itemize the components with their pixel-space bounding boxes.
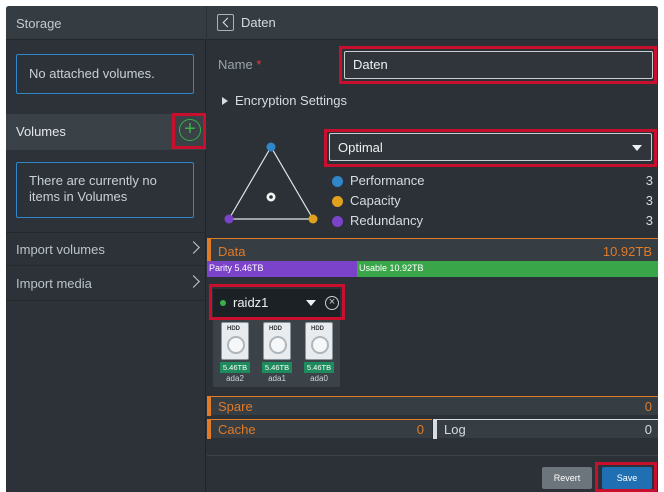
performance-label: Performance xyxy=(350,173,425,188)
redundancy-dot xyxy=(332,216,343,227)
spare-title: Spare xyxy=(218,399,253,414)
encryption-settings-toggle[interactable]: Encryption Settings xyxy=(222,93,347,108)
editor-header: Daten xyxy=(207,6,658,40)
chevron-right-icon xyxy=(187,241,200,254)
disk-ada0[interactable]: HDD 5.46TB ada0 xyxy=(304,322,334,384)
profile-metrics: Performance 3 Capacity 3 Redundancy 3 xyxy=(329,172,658,232)
capacity-vertex xyxy=(308,214,318,224)
highlight-save-button xyxy=(595,462,657,492)
hdd-label: HDD xyxy=(269,326,282,332)
cache-section[interactable]: Cache 0 xyxy=(207,419,432,439)
disk-size: 5.46TB xyxy=(262,362,292,373)
breadcrumb: Daten xyxy=(241,15,276,30)
parity-label: Parity 5.46TB xyxy=(209,263,264,273)
hdd-label: HDD xyxy=(311,326,324,332)
storage-window: Storage No attached volumes. Volumes + T… xyxy=(6,6,658,492)
notice-text: No attached volumes. xyxy=(29,66,155,81)
required-marker: * xyxy=(256,57,262,72)
sidebar-header: Storage xyxy=(6,6,206,40)
usable-label: Usable 10.92TB xyxy=(359,263,424,273)
chevron-right-icon xyxy=(187,275,200,288)
cache-title: Cache xyxy=(218,422,256,437)
import-media-item[interactable]: Import media xyxy=(6,267,206,301)
name-label: Name * xyxy=(218,57,261,72)
disk-ada2[interactable]: HDD 5.46TB ada2 xyxy=(220,322,250,384)
footer-divider xyxy=(207,455,658,456)
log-title: Log xyxy=(444,422,466,437)
data-title: Data xyxy=(218,244,246,259)
performance-vertex xyxy=(266,142,276,152)
log-count: 0 xyxy=(644,422,652,437)
revert-button[interactable]: Revert xyxy=(542,467,592,489)
disk-name: ada0 xyxy=(310,374,328,383)
spare-section[interactable]: Spare 0 xyxy=(207,396,658,416)
redundancy-vertex xyxy=(224,214,234,224)
empty-volumes-notice: There are currently no items in Volumes xyxy=(16,162,194,218)
usable-segment: Usable 10.92TB xyxy=(357,261,658,277)
cache-count: 0 xyxy=(416,422,424,437)
hdd-icon xyxy=(269,336,287,354)
performance-dot xyxy=(332,176,343,187)
caret-right-icon xyxy=(222,97,228,105)
capacity-value: 3 xyxy=(645,193,653,208)
import-volumes-label: Import volumes xyxy=(16,242,105,257)
volume-editor: Daten Name * Daten Encryption Settings O… xyxy=(207,6,658,492)
metric-capacity: Capacity 3 xyxy=(329,192,658,212)
no-attached-volumes-notice: No attached volumes. xyxy=(16,54,194,94)
highlight-name-input xyxy=(339,46,657,84)
volumes-label: Volumes xyxy=(16,124,66,139)
hdd-label: HDD xyxy=(227,326,240,332)
metric-performance: Performance 3 xyxy=(329,172,658,192)
profile-triangle xyxy=(224,142,318,224)
capacity-dot xyxy=(332,196,343,207)
disk-ada1[interactable]: HDD 5.46TB ada1 xyxy=(262,322,292,384)
encryption-settings-label: Encryption Settings xyxy=(235,93,348,108)
hdd-icon xyxy=(311,336,329,354)
hdd-icon xyxy=(227,336,245,354)
capacity-bar: Parity 5.46TB Usable 10.92TB xyxy=(207,261,658,277)
disk-size: 5.46TB xyxy=(304,362,334,373)
name-label-text: Name xyxy=(218,57,253,72)
redundancy-label: Redundancy xyxy=(350,213,423,228)
capacity-label: Capacity xyxy=(350,193,401,208)
sidebar-title: Storage xyxy=(16,16,62,31)
disk-size: 5.46TB xyxy=(220,362,250,373)
parity-segment: Parity 5.46TB xyxy=(207,261,357,277)
log-section[interactable]: Log 0 xyxy=(433,419,658,439)
storage-sidebar: Storage No attached volumes. Volumes + T… xyxy=(6,6,206,492)
redundancy-value: 3 xyxy=(645,213,653,228)
empty-volumes-text: There are currently no items in Volumes xyxy=(29,173,157,204)
back-button[interactable] xyxy=(217,14,234,31)
disk-name: ada2 xyxy=(226,374,244,383)
data-section-header: Data 10.92TB xyxy=(207,238,658,263)
import-volumes-item[interactable]: Import volumes xyxy=(6,232,206,266)
disk-name: ada1 xyxy=(268,374,286,383)
highlight-vdev-header xyxy=(209,284,345,320)
performance-value: 3 xyxy=(645,173,653,188)
data-total: 10.92TB xyxy=(602,244,652,259)
metric-redundancy: Redundancy 3 xyxy=(329,212,658,232)
highlight-add-volume xyxy=(172,113,206,149)
highlight-profile-select xyxy=(324,129,657,167)
import-media-label: Import media xyxy=(16,276,92,291)
spare-count: 0 xyxy=(644,399,652,414)
